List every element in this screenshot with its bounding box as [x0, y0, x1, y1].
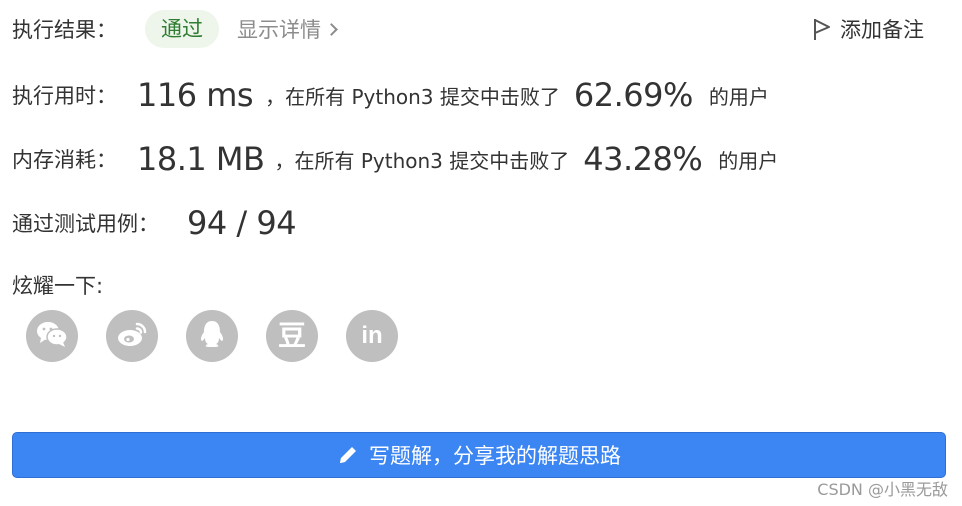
memory-value: 18.1 MB	[137, 140, 265, 178]
runtime-value: 116 ms	[137, 76, 254, 114]
share-row-label: 炫耀一下:	[12, 270, 103, 300]
douban-icon: 豆	[277, 319, 306, 352]
share-buttons: 豆 in	[26, 310, 398, 362]
wechat-icon	[36, 320, 68, 352]
tests-label: 通过测试用例：	[12, 212, 159, 236]
linkedin-icon: in	[361, 322, 383, 349]
show-details-link[interactable]: 显示详情	[237, 14, 338, 44]
qq-icon	[198, 319, 226, 353]
show-details-label: 显示详情	[237, 18, 321, 42]
result-label: 执行结果：	[12, 18, 117, 42]
chevron-right-icon	[325, 23, 338, 36]
watermark: CSDN @小黑无敌	[817, 480, 948, 499]
tests-row: 通过测试用例： 94 / 94	[12, 204, 297, 242]
runtime-label: 执行用时：	[12, 84, 117, 108]
tests-value: 94 / 94	[187, 204, 297, 242]
result-row: 执行结果： 通过 显示详情	[12, 10, 338, 48]
memory-percent: 43.28%	[583, 140, 703, 178]
share-weibo-button[interactable]	[106, 310, 158, 362]
share-label: 炫耀一下:	[12, 274, 104, 298]
share-linkedin-button[interactable]: in	[346, 310, 398, 362]
runtime-percent: 62.69%	[573, 76, 694, 114]
runtime-middle-text: ，在所有 Python3 提交中击败了	[265, 84, 560, 109]
write-solution-label: 写题解，分享我的解题思路	[369, 444, 621, 468]
add-note-button[interactable]: 添加备注	[812, 14, 924, 44]
pencil-icon	[337, 444, 359, 466]
add-note-label: 添加备注	[840, 18, 924, 42]
memory-label: 内存消耗：	[12, 148, 117, 172]
weibo-icon	[116, 320, 148, 352]
flag-icon	[812, 17, 832, 41]
write-solution-button[interactable]: 写题解，分享我的解题思路	[12, 432, 946, 478]
share-qq-button[interactable]	[186, 310, 238, 362]
memory-suffix: 的用户	[718, 148, 779, 173]
memory-middle-text: ，在所有 Python3 提交中击败了	[274, 148, 570, 173]
runtime-suffix: 的用户	[708, 84, 769, 109]
share-douban-button[interactable]: 豆	[266, 310, 318, 362]
memory-row: 内存消耗： 18.1 MB ，在所有 Python3 提交中击败了 43.28%…	[12, 140, 778, 178]
runtime-row: 执行用时： 116 ms ，在所有 Python3 提交中击败了 62.69% …	[12, 76, 769, 114]
share-wechat-button[interactable]	[26, 310, 78, 362]
status-badge: 通过	[145, 10, 219, 48]
